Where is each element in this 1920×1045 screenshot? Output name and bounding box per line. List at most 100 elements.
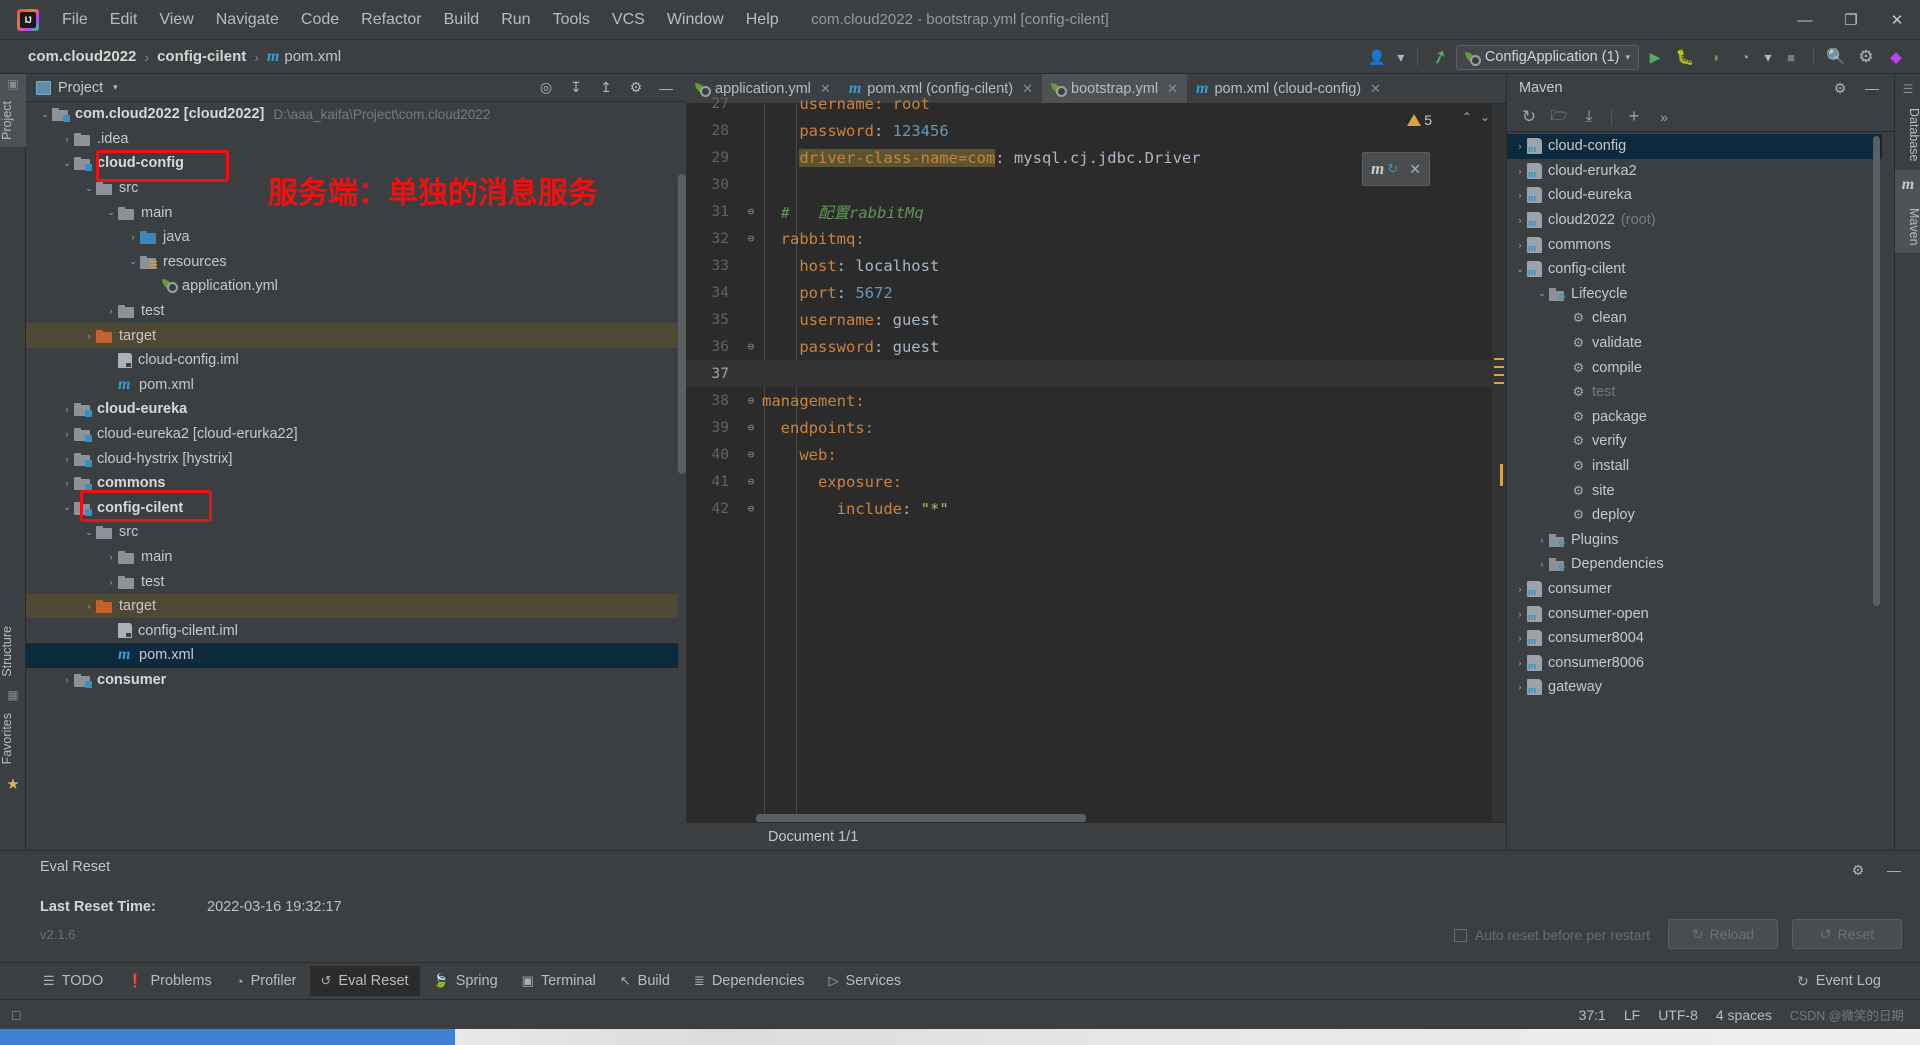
run-with-coverage-button[interactable]: ◑ xyxy=(1701,44,1729,70)
maven-tree-node[interactable]: ⚙ deploy xyxy=(1507,503,1882,528)
project-tree-node[interactable]: config-cilent.iml xyxy=(26,618,678,643)
code-fold-icon[interactable]: ⊖ xyxy=(740,421,762,434)
code-fold-icon[interactable]: ⊖ xyxy=(740,394,762,407)
chevron-right-icon[interactable]: › xyxy=(1513,584,1527,594)
maven-tree-node[interactable]: ⚙ install xyxy=(1507,454,1882,479)
auto-reset-checkbox[interactable] xyxy=(1453,928,1467,942)
chevron-down-icon[interactable]: ⌄ xyxy=(1513,264,1527,275)
tool-tab-spring[interactable]: 🍃 Spring xyxy=(422,966,509,996)
scroll-from-source-icon[interactable]: ◎ xyxy=(532,75,560,101)
code-line[interactable]: 40 ⊖ web: xyxy=(686,441,1506,468)
project-tree-node[interactable]: › cloud-eureka2 [cloud-erurka22] xyxy=(26,422,678,447)
menu-edit[interactable]: Edit xyxy=(99,6,149,34)
hide-panel-icon[interactable]: — xyxy=(1858,75,1886,101)
tool-tab-services[interactable]: ▷ Services xyxy=(818,966,913,996)
maven-tree[interactable]: › cloud-config › cloud-erurka2 › cloud-eureka… xyxy=(1507,134,1882,850)
chevron-right-icon[interactable]: › xyxy=(1513,658,1527,668)
code-line[interactable]: 32 ⊖ rabbitmq: xyxy=(686,225,1506,252)
reload-projects-icon[interactable]: ↻ xyxy=(1515,104,1543,130)
maven-tree-node[interactable]: › commons xyxy=(1507,232,1882,257)
maven-tree-node[interactable]: ⚙ verify xyxy=(1507,429,1882,454)
run-button[interactable]: ▶ xyxy=(1641,44,1669,70)
code-line[interactable]: 41 ⊖ exposure: xyxy=(686,468,1506,495)
chevron-right-icon[interactable]: › xyxy=(60,478,74,488)
chevron-right-icon[interactable]: › xyxy=(1513,215,1527,225)
close-button[interactable]: ✕ xyxy=(1874,0,1920,40)
maven-tree-node[interactable]: ⚙ site xyxy=(1507,478,1882,503)
maven-tree-node[interactable]: ⌄ ⚙ Lifecycle xyxy=(1507,282,1882,307)
tool-tab-build[interactable]: ↖ Build xyxy=(609,966,681,996)
code-fold-icon[interactable]: ⊖ xyxy=(740,340,762,353)
gear-icon[interactable]: ⚙ xyxy=(1852,44,1880,70)
chevron-right-icon[interactable]: › xyxy=(1513,141,1527,151)
chevron-right-icon[interactable]: › xyxy=(1535,535,1549,545)
chevron-right-icon[interactable]: › xyxy=(82,601,96,611)
menu-file[interactable]: File xyxy=(51,6,99,34)
chevron-down-icon[interactable]: ⌄ xyxy=(104,207,118,218)
collapse-all-icon[interactable]: ↧ xyxy=(562,75,590,101)
code-line[interactable]: 31 ⊖ # 配置rabbitMq xyxy=(686,198,1506,225)
menu-help[interactable]: Help xyxy=(735,6,790,34)
plugin-icon[interactable]: ◆ xyxy=(1882,44,1910,70)
project-tree-node[interactable]: application.yml xyxy=(26,274,678,299)
menu-vcs[interactable]: VCS xyxy=(601,6,656,34)
menu-refactor[interactable]: Refactor xyxy=(350,6,432,34)
maven-scrollbar[interactable] xyxy=(1873,136,1880,606)
menu-code[interactable]: Code xyxy=(290,6,350,34)
status-bar-toggle-icon[interactable]: □ xyxy=(12,1007,20,1023)
hide-panel-icon[interactable]: — xyxy=(1880,857,1908,883)
caret-position[interactable]: 37:1 xyxy=(1579,1007,1606,1023)
maven-tree-node[interactable]: ⚙ validate xyxy=(1507,331,1882,356)
code-line[interactable]: 38 ⊖ management: xyxy=(686,387,1506,414)
code-line[interactable]: 33 host: localhost xyxy=(686,252,1506,279)
menu-view[interactable]: View xyxy=(148,6,204,34)
project-tree-node[interactable]: › test xyxy=(26,569,678,594)
project-tree-node[interactable]: ⌄ src xyxy=(26,520,678,545)
tool-tab-profiler[interactable]: ◔ Profiler xyxy=(225,966,308,996)
tool-tab-eval-reset[interactable]: ↺ Eval Reset xyxy=(309,966,420,996)
code-line[interactable]: 42 ⊖ include: "*" xyxy=(686,495,1506,522)
chevron-right-icon[interactable]: › xyxy=(1513,240,1527,250)
tool-tab-terminal[interactable]: ▣ Terminal xyxy=(511,966,607,996)
chevron-down-icon[interactable]: ⌄ xyxy=(82,183,96,194)
tool-window-tab-bar[interactable]: ☰ TODO ❗ Problems ◔ Profiler ↺ Eval Reset 🍃 Sprin… xyxy=(0,962,1920,999)
indent-setting[interactable]: 4 spaces xyxy=(1716,1007,1772,1023)
rail-tab-structure[interactable]: Structure xyxy=(0,619,26,684)
chevron-right-icon[interactable]: › xyxy=(126,232,140,242)
chevron-down-icon[interactable]: ⌄ xyxy=(60,158,74,169)
code-line[interactable]: 34 port: 5672 xyxy=(686,279,1506,306)
project-tree[interactable]: ⌄ com.cloud2022 [cloud2022] D:\aaa_kaifa\P… xyxy=(26,102,678,850)
profile-button[interactable]: ◔ xyxy=(1731,44,1759,70)
code-line[interactable]: 27 username: root xyxy=(686,90,1506,117)
maven-tree-node[interactable]: ⚙ compile xyxy=(1507,355,1882,380)
code-fold-icon[interactable]: ⊖ xyxy=(740,205,762,218)
project-tree-node[interactable]: › commons xyxy=(26,471,678,496)
code-line[interactable]: 35 username: guest xyxy=(686,306,1506,333)
rail-tab-database[interactable]: Database xyxy=(1895,100,1920,170)
chevron-right-icon[interactable]: › xyxy=(82,331,96,341)
code-fold-icon[interactable]: ⊖ xyxy=(740,502,762,515)
menu-window[interactable]: Window xyxy=(656,6,735,34)
star-icon[interactable]: ★ xyxy=(0,771,26,797)
sync-icon[interactable]: ↻ xyxy=(1387,161,1398,177)
project-tree-node[interactable]: › cloud-hystrix [hystrix] xyxy=(26,446,678,471)
maven-tree-node[interactable]: ⚙ package xyxy=(1507,405,1882,430)
previous-problem-icon[interactable]: ⌃ xyxy=(1462,110,1472,124)
chevron-down-icon[interactable]: ⌄ xyxy=(126,256,140,267)
more-actions-icon[interactable]: » xyxy=(1650,104,1678,130)
code-line[interactable]: 28 password: 123456 xyxy=(686,117,1506,144)
download-sources-icon[interactable]: ⤓ xyxy=(1575,104,1603,130)
debug-button[interactable]: 🐛 xyxy=(1671,44,1699,70)
rail-tab-maven[interactable]: Maven xyxy=(1895,199,1920,254)
search-icon[interactable]: 🔍 xyxy=(1822,44,1850,70)
maven-tree-node[interactable]: › gateway xyxy=(1507,675,1882,700)
maven-tree-node[interactable]: › cloud-config xyxy=(1507,134,1882,159)
breadcrumb-item-module[interactable]: config-cilent xyxy=(157,48,246,65)
editor-viewport[interactable]: 27 username: root 28 password: 123456 29 d… xyxy=(686,95,1506,850)
tool-tab-problems[interactable]: ❗ Problems xyxy=(116,966,222,996)
run-configuration-selector[interactable]: ConfigApplication (1) ▾ xyxy=(1455,44,1639,70)
chevron-right-icon[interactable]: › xyxy=(1535,559,1549,569)
chevron-right-icon[interactable]: › xyxy=(60,675,74,685)
project-tree-node[interactable]: › java xyxy=(26,225,678,250)
file-encoding[interactable]: UTF-8 xyxy=(1658,1007,1698,1023)
